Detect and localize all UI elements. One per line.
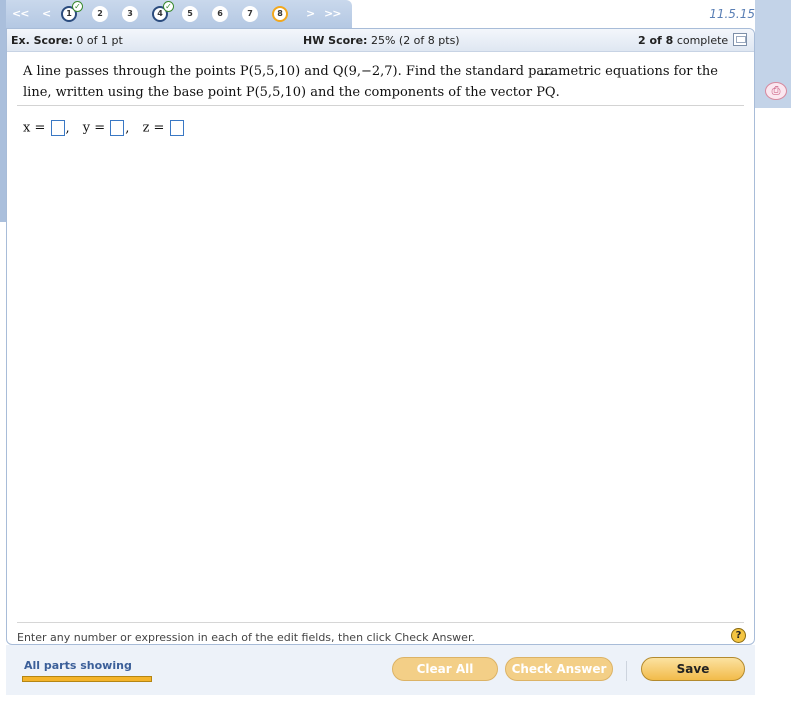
side-tool-icon[interactable]: ⎙ (765, 82, 787, 100)
exercise-score-label: Ex. Score: (11, 34, 73, 47)
question-5-label: 5 (187, 9, 193, 18)
vector-arrow-icon: ⟶ (539, 70, 553, 80)
separator: , (125, 120, 130, 136)
hint-divider (17, 622, 744, 623)
question-4-label: 4 (157, 9, 163, 18)
last-question-arrow[interactable]: >> (324, 8, 341, 20)
separator: , (65, 120, 70, 136)
question-5-button[interactable]: 5 (182, 6, 198, 22)
next-question-arrow[interactable]: > (306, 8, 315, 20)
question-3-label: 3 (127, 9, 133, 18)
question-navigation-bar: << < 1 ✓ 2 3 4 ✓ 5 6 7 8 > >> (6, 0, 352, 28)
question-8-button[interactable]: 8 (272, 6, 288, 22)
question-text: A line passes through the points P(5,5,1… (23, 61, 731, 103)
completion-count: 2 of 8 (638, 34, 674, 47)
vector-label: PQ (536, 85, 556, 100)
question-4-button[interactable]: 4 ✓ (152, 1, 174, 22)
score-bar: Ex. Score: 0 of 1 pt HW Score: 25% (2 of… (7, 29, 754, 52)
button-divider (626, 661, 627, 681)
question-divider (17, 105, 744, 106)
y-label: y = (82, 120, 106, 136)
answer-row: x = , y = , z = (23, 120, 185, 136)
exercise-number: 11.5.15 (709, 7, 755, 21)
check-icon: ✓ (163, 1, 174, 12)
question-2-label: 2 (97, 9, 103, 18)
print-icon[interactable] (733, 33, 747, 46)
x-answer-field[interactable] (50, 120, 65, 136)
question-2-button[interactable]: 2 (92, 6, 108, 22)
action-footer: All parts showing Clear All Check Answer… (6, 645, 755, 695)
question-3-button[interactable]: 3 (122, 6, 138, 22)
question-6-button[interactable]: 6 (212, 6, 228, 22)
check-answer-button[interactable]: Check Answer (505, 657, 613, 681)
exercise-score-value: 0 of 1 pt (76, 34, 123, 47)
question-8-label: 8 (277, 9, 283, 18)
first-question-arrow[interactable]: << (12, 8, 29, 20)
question-7-button[interactable]: 7 (242, 6, 258, 22)
question-text-part1: A line passes through the points P(5,5,1… (23, 64, 718, 100)
homework-score-value: 25% (2 of 8 pts) (370, 34, 460, 47)
all-parts-showing-link[interactable]: All parts showing (24, 659, 132, 672)
help-icon[interactable]: ? (731, 628, 746, 643)
check-icon: ✓ (72, 1, 83, 12)
instructions-text: Enter any number or expression in each o… (17, 631, 475, 644)
y-answer-field[interactable] (110, 120, 125, 136)
z-label: z = (142, 120, 165, 136)
homework-score: HW Score: 25% (2 of 8 pts) (303, 34, 460, 47)
question-1-button[interactable]: 1 ✓ (61, 1, 83, 22)
exercise-score: Ex. Score: 0 of 1 pt (11, 34, 123, 47)
question-1-label: 1 (66, 9, 72, 18)
previous-question-arrow[interactable]: < (42, 8, 51, 20)
question-7-label: 7 (247, 9, 253, 18)
parts-progress-bar (22, 676, 152, 682)
completion-status: 2 of 8 complete (638, 34, 728, 47)
clear-all-button[interactable]: Clear All (392, 657, 498, 681)
question-panel: Ex. Score: 0 of 1 pt HW Score: 25% (2 of… (6, 28, 755, 645)
x-label: x = (23, 120, 46, 136)
z-answer-field[interactable] (169, 120, 184, 136)
save-button[interactable]: Save (641, 657, 745, 681)
homework-score-label: HW Score: (303, 34, 368, 47)
completion-word: complete (676, 34, 729, 47)
question-text-part2: . (555, 85, 560, 100)
vector-pq: ⟶ PQ (536, 70, 556, 103)
question-6-label: 6 (217, 9, 223, 18)
